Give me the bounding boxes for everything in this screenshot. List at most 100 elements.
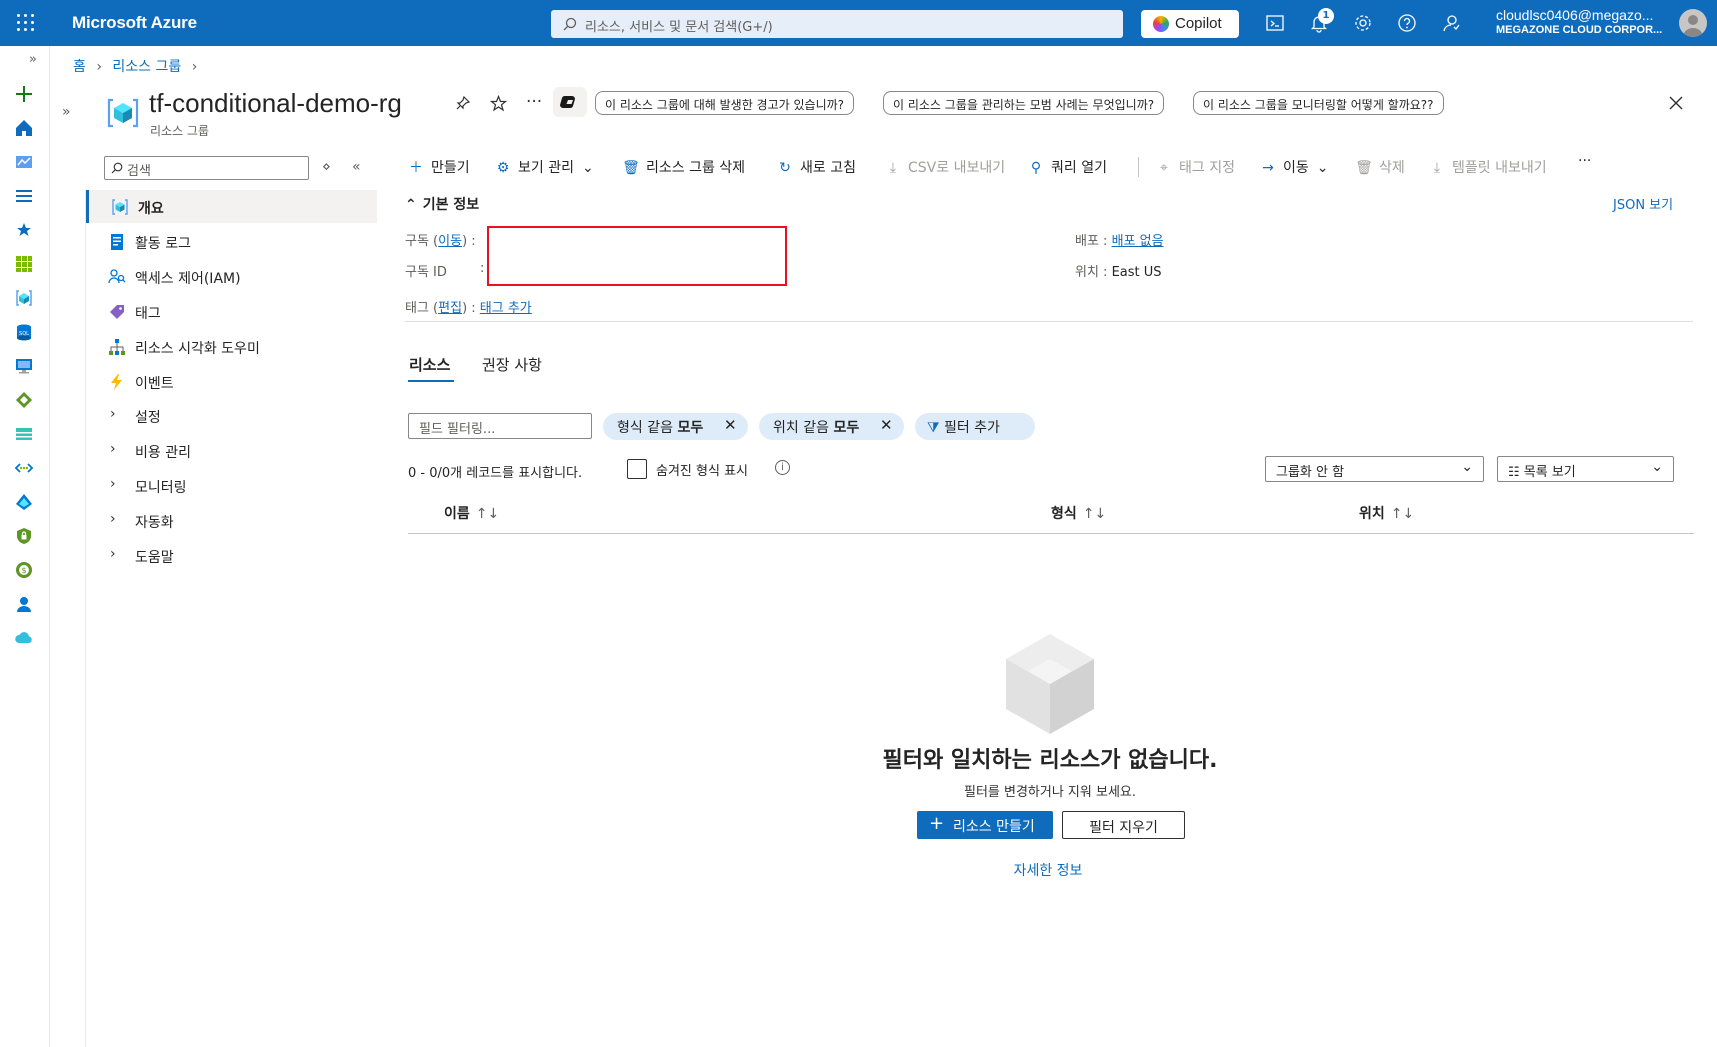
close-icon[interactable]: ✕	[724, 416, 737, 434]
create-button[interactable]: ＋ 만들기	[407, 157, 470, 177]
manage-view-button[interactable]: ⚙ 보기 관리 ⌄	[494, 157, 594, 177]
favorites-star-icon[interactable]	[14, 220, 34, 240]
tab-resources[interactable]: 리소스	[409, 354, 450, 375]
expand-menu-icon[interactable]: »	[62, 104, 71, 120]
info-icon[interactable]: i	[775, 460, 790, 475]
menu-options-icon[interactable]: ⋄	[322, 159, 331, 175]
visualizer-icon	[109, 339, 125, 355]
tags-edit-link[interactable]: 편집	[438, 301, 462, 316]
type-filter-pill[interactable]: 형식 같음 모두 ✕	[603, 413, 748, 440]
page-subtitle: 리소스 그룹	[150, 124, 210, 138]
expand-sidebar-icon[interactable]: »	[29, 52, 37, 67]
help-icon[interactable]	[1397, 13, 1417, 33]
home-icon[interactable]	[14, 118, 34, 138]
field-filter-input[interactable]: 필드 필터링...	[408, 413, 592, 439]
create-resource-icon[interactable]	[14, 84, 34, 104]
feedback-icon[interactable]	[1441, 13, 1461, 33]
cloud-services-icon[interactable]	[14, 628, 34, 648]
menu-search-input[interactable]: 검색	[104, 156, 309, 180]
export-template-button[interactable]: ⤓ 템플릿 내보내기	[1428, 157, 1547, 177]
more-options-icon[interactable]: ···	[526, 92, 542, 112]
virtual-machine-icon[interactable]	[14, 356, 34, 376]
deployments-link[interactable]: 배포 없음	[1112, 234, 1164, 249]
pin-icon[interactable]	[455, 95, 471, 116]
menu-group-automation[interactable]: › 자동화	[86, 504, 377, 537]
redacted-subscription-box	[487, 226, 787, 286]
view-mode-dropdown[interactable]: ☷ 목록 보기 ⌄	[1497, 456, 1674, 482]
tab-recommendations[interactable]: 권장 사항	[482, 354, 542, 375]
menu-group-settings[interactable]: › 설정	[86, 399, 377, 432]
subscription-move-link[interactable]: 이동	[438, 234, 462, 249]
grouping-dropdown[interactable]: 그룹화 안 함 ⌄	[1265, 456, 1484, 482]
essentials-header[interactable]: ⌃ 기본 정보	[405, 194, 479, 214]
avatar[interactable]	[1679, 9, 1707, 37]
chevron-down-icon: ⌄	[1461, 459, 1473, 475]
create-resource-button[interactable]: + 리소스 만들기	[917, 811, 1053, 839]
dashboard-icon[interactable]	[14, 152, 34, 172]
app-service-icon[interactable]	[14, 390, 34, 410]
menu-group-monitoring[interactable]: › 모니터링	[86, 469, 377, 502]
menu-search-placeholder: 검색	[127, 164, 151, 179]
portal-menu-icon[interactable]	[16, 13, 34, 31]
delete-resource-group-button[interactable]: 🗑 리소스 그룹 삭제	[622, 157, 745, 177]
cloud-shell-icon[interactable]	[1265, 13, 1285, 33]
copilot-prompt-alerts[interactable]: 이 리소스 그룹에 대해 발생한 경고가 있습니까?	[595, 91, 855, 115]
column-header-location[interactable]: 위치 ↑↓	[1359, 503, 1414, 523]
column-header-name[interactable]: 이름 ↑↓	[444, 503, 499, 523]
menu-item-iam[interactable]: 액세스 제어(IAM)	[86, 260, 377, 293]
settings-gear-icon[interactable]	[1353, 13, 1373, 33]
account-info[interactable]: cloudlsc0406@megazo... MEGAZONE CLOUD CO…	[1496, 7, 1662, 36]
search-icon	[563, 17, 577, 31]
menu-group-help[interactable]: › 도움말	[86, 539, 377, 572]
close-icon[interactable]: ✕	[880, 416, 893, 434]
collapse-menu-icon[interactable]: «	[352, 159, 361, 175]
menu-group-cost-management[interactable]: › 비용 관리	[86, 434, 377, 467]
tags-add-link[interactable]: 태그 추가	[480, 301, 532, 316]
favorite-star-icon[interactable]	[489, 94, 508, 117]
brand-title[interactable]: Microsoft Azure	[72, 13, 197, 33]
add-filter-label: 필터 추가	[943, 420, 1000, 436]
copilot-prompt-best-practices[interactable]: 이 리소스 그룹을 관리하는 모범 사례는 무엇입니까?	[883, 91, 1165, 115]
users-icon[interactable]	[14, 594, 34, 614]
breadcrumb-resource-groups[interactable]: 리소스 그룹	[112, 59, 181, 75]
copilot-button[interactable]: Copilot	[1141, 10, 1239, 38]
add-filter-button[interactable]: ⧩ 필터 추가	[915, 413, 1035, 440]
more-commands-icon[interactable]: ···	[1578, 153, 1591, 169]
show-hidden-types-checkbox[interactable]	[627, 459, 647, 479]
export-csv-button[interactable]: ⤓ CSV로 내보내기	[884, 157, 1005, 177]
menu-item-overview[interactable]: 개요	[86, 190, 377, 223]
virtual-network-icon[interactable]	[14, 458, 34, 478]
activity-log-icon	[111, 234, 123, 250]
column-header-type[interactable]: 형식 ↑↓	[1051, 503, 1106, 523]
json-view-link[interactable]: JSON 보기	[1613, 194, 1673, 213]
cost-management-icon[interactable]: $	[14, 560, 34, 580]
global-search-input[interactable]: 리소스, 서비스 및 문서 검색(G+/)	[551, 10, 1123, 38]
location-filter-pill[interactable]: 위치 같음 모두 ✕	[759, 413, 904, 440]
sort-icon: ↑↓	[475, 506, 500, 522]
assign-tags-button[interactable]: ⌖ 태그 지정	[1155, 157, 1235, 177]
clear-filters-button[interactable]: 필터 지우기	[1062, 811, 1185, 839]
menu-item-resource-visualizer[interactable]: 리소스 시각화 도우미	[86, 330, 377, 363]
entra-id-icon[interactable]	[14, 492, 34, 512]
sql-database-icon[interactable]: SQL	[14, 322, 34, 342]
copilot-prompt-monitoring[interactable]: 이 리소스 그룹을 모니터링할 어떻게 할까요??	[1193, 91, 1444, 115]
subscription-label: 구독 (이동) :	[405, 234, 476, 249]
move-button[interactable]: → 이동 ⌄	[1259, 157, 1328, 177]
copilot-prompt-icon[interactable]	[553, 87, 587, 117]
storage-account-icon[interactable]	[14, 424, 34, 444]
menu-item-activity-log[interactable]: 활동 로그	[86, 225, 377, 258]
create-resource-label: 리소스 만들기	[953, 819, 1035, 835]
close-icon[interactable]	[1668, 92, 1684, 116]
breadcrumb-home[interactable]: 홈	[73, 59, 86, 75]
refresh-button[interactable]: ↻ 새로 고침	[776, 157, 856, 177]
resource-groups-icon[interactable]	[14, 288, 34, 308]
menu-item-tags[interactable]: 태그	[86, 295, 377, 328]
more-info-link[interactable]: 자세한 정보	[0, 860, 1717, 880]
all-resources-icon[interactable]	[14, 254, 34, 274]
empty-state-title: 필터와 일치하는 리소스가 없습니다.	[882, 748, 1218, 773]
all-services-icon[interactable]	[14, 186, 34, 206]
security-center-icon[interactable]	[14, 526, 34, 546]
delete-button[interactable]: 🗑 삭제	[1355, 157, 1405, 177]
open-query-button[interactable]: ⚲ 쿼리 열기	[1027, 157, 1107, 177]
menu-item-events[interactable]: 이벤트	[86, 365, 377, 398]
